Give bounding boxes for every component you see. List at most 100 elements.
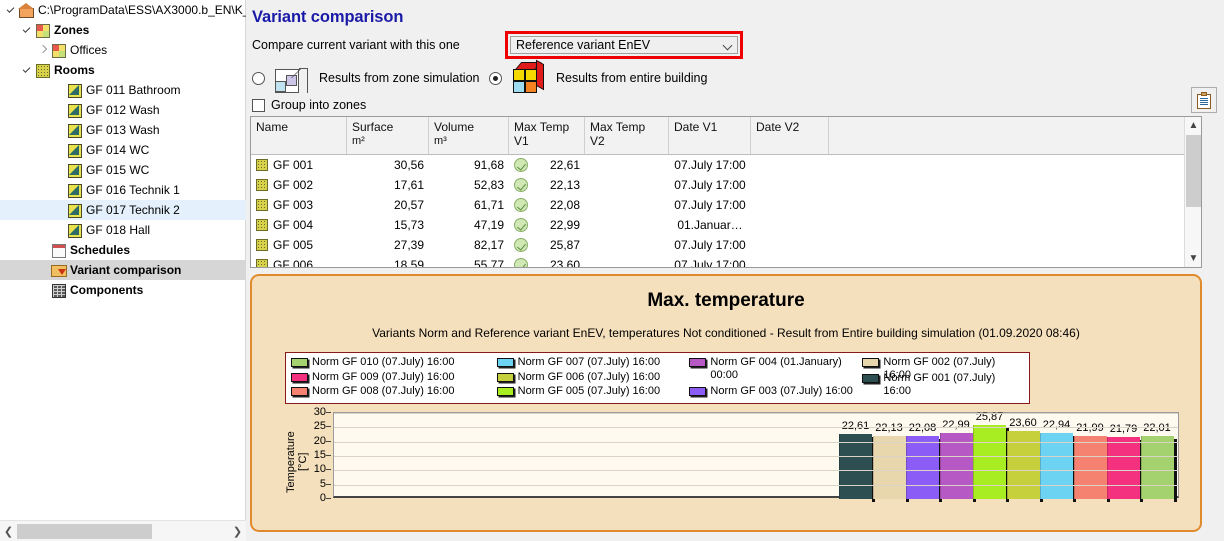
cell-date-v1: 07.July 17:00 [669, 235, 751, 255]
page-title: Variant comparison [252, 8, 403, 27]
tree-item-gf-016-technik-1[interactable]: GF 016 Technik 1 [0, 180, 246, 200]
table-column-header[interactable]: Date V1 [669, 117, 751, 154]
bar [1074, 436, 1107, 499]
bar-value-label: 22,99 [938, 419, 975, 431]
chevron-closed-icon[interactable] [36, 42, 50, 58]
results-table[interactable]: NameSurfacem²Volumem³Max Temp V1Max Temp… [250, 116, 1202, 268]
bar [839, 434, 872, 499]
cell-max-temp-v1: 22,08 [509, 195, 585, 215]
room-icon [66, 123, 82, 137]
table-row[interactable]: GF 00415,7347,1922,9901.Januar… [251, 215, 1201, 235]
tree-item-c-programdata-ess-ax3000-b-en-k-dat[interactable]: C:\ProgramData\ESS\AX3000.b_EN\K_DAT [0, 0, 246, 20]
wireframe-cube-icon [273, 61, 311, 95]
scroll-up-icon[interactable]: ▲ [1185, 117, 1202, 134]
table-row[interactable]: GF 00320,57 61,71 22,08 07.July 17:00 [251, 195, 1201, 215]
cell-volume-text: 61,71 [474, 198, 504, 212]
tree-item-gf-012-wash[interactable]: GF 012 Wash [0, 100, 246, 120]
radio-results-from-zone-simulation[interactable]: Results from zone simulation [252, 61, 479, 95]
table-body[interactable]: GF 00130,5691,6822,6107.July 17:00GF 002… [251, 155, 1201, 268]
table-row[interactable]: GF 00618,5955,7723,6007.July 17:00 [251, 255, 1201, 268]
legend-label: Norm GF 004 (01.January) 00:00 [710, 356, 862, 382]
tree-item-components[interactable]: Components [0, 280, 246, 300]
checkbox-group-into-zones[interactable]: Group into zones [252, 98, 366, 112]
legend-swatch [497, 387, 514, 396]
radio-results-from-entire-building[interactable]: Results from entire building [489, 61, 707, 95]
variant-select[interactable]: Reference variant EnEV [510, 36, 738, 54]
legend-item: Norm GF 009 (07.July) 16:00 [291, 371, 497, 385]
plot-area: 22,6122,1322,0822,9925,8723,6022,9421,99… [333, 412, 1179, 498]
tree-item-variant-comparison[interactable]: Variant comparison [0, 260, 246, 280]
table-vertical-scrollbar[interactable]: ▲ ▼ [1184, 117, 1201, 267]
tree-hscroll-track[interactable] [17, 522, 229, 541]
cell-surface: 20,57 [347, 195, 429, 215]
table-column-header[interactable]: Name [251, 117, 347, 154]
room-icon [66, 203, 82, 217]
bar [906, 436, 939, 499]
table-row[interactable]: GF 00130,5691,6822,6107.July 17:00 [251, 155, 1201, 175]
radio-zone-label: Results from zone simulation [319, 71, 479, 85]
project-tree[interactable]: C:\ProgramData\ESS\AX3000.b_EN\K_DAT Zone… [0, 0, 246, 520]
column-unit: m² [352, 134, 423, 148]
table-column-header[interactable]: Volumem³ [429, 117, 509, 154]
legend-label: Norm GF 008 (07.July) 16:00 [312, 385, 454, 398]
tree-item-offices[interactable]: Offices [0, 40, 246, 60]
copy-to-clipboard-button[interactable] [1191, 87, 1217, 113]
tree-item-gf-018-hall[interactable]: GF 018 Hall [0, 220, 246, 240]
y-tick-label: 20 [314, 436, 326, 446]
chevron-open-icon[interactable] [20, 62, 34, 78]
tree-spacer [36, 282, 50, 298]
tree-item-gf-015-wc[interactable]: GF 015 WC [0, 160, 246, 180]
cell-volume-text: 91,68 [474, 158, 504, 172]
table-column-header[interactable]: Max Temp V1 [509, 117, 585, 154]
tree-item-gf-017-technik-2[interactable]: GF 017 Technik 2 [0, 200, 246, 220]
chart-panel: Max. temperature Variants Norm and Refer… [250, 274, 1202, 532]
cell-date-v2 [751, 215, 829, 235]
tree-spacer [52, 182, 66, 198]
table-header-filler [829, 117, 1201, 154]
cell-max-temp-v2 [585, 175, 669, 195]
table-column-header[interactable]: Surfacem² [347, 117, 429, 154]
group-into-zones-box[interactable] [252, 99, 265, 112]
cell-name: GF 006 [251, 255, 347, 268]
radio-building-indicator[interactable] [489, 72, 502, 85]
chevron-open-icon[interactable] [4, 2, 18, 18]
status-ok-icon [514, 178, 528, 192]
cell-name-text: GF 006 [273, 258, 313, 268]
tree-item-schedules[interactable]: Schedules [0, 240, 246, 260]
tree-item-label: Zones [54, 23, 89, 37]
table-column-header[interactable]: Max Temp V2 [585, 117, 669, 154]
colored-cube-icon [510, 61, 548, 95]
table-vscroll-thumb[interactable] [1186, 135, 1201, 207]
tree-item-gf-011-bathroom[interactable]: GF 011 Bathroom [0, 80, 246, 100]
legend-swatch [291, 373, 308, 382]
table-header-row: NameSurfacem²Volumem³Max Temp V1Max Temp… [251, 117, 1201, 155]
bar [873, 436, 906, 499]
y-tick-label: 25 [314, 421, 326, 431]
scroll-right-icon[interactable]: ❯ [229, 522, 246, 541]
cell-name-text: GF 004 [273, 218, 313, 232]
tree-item-zones[interactable]: Zones [0, 20, 246, 40]
tree-horizontal-scrollbar[interactable]: ❮ ❯ [0, 520, 246, 541]
room-icon [256, 159, 268, 171]
legend-item: Norm GF 002 (07.July) 16:00 [862, 356, 1024, 371]
bar [1040, 433, 1073, 499]
radio-zone-indicator[interactable] [252, 72, 265, 85]
chevron-open-icon[interactable] [20, 22, 34, 38]
tree-hscroll-thumb[interactable] [17, 524, 152, 539]
scroll-down-icon[interactable]: ▼ [1185, 250, 1202, 267]
scroll-left-icon[interactable]: ❮ [0, 522, 17, 541]
cell-name: GF 003 [251, 195, 347, 215]
cell-date-v1-text: 07.July 17:00 [674, 158, 745, 172]
column-label: Date V1 [674, 120, 717, 134]
tree-item-rooms[interactable]: Rooms [0, 60, 246, 80]
tree-item-gf-013-wash[interactable]: GF 013 Wash [0, 120, 246, 140]
table-row[interactable]: GF 00527,3982,1725,8707.July 17:00 [251, 235, 1201, 255]
table-column-header[interactable]: Date V2 [751, 117, 829, 154]
cell-date-v1-text: 07.July 17:00 [674, 198, 745, 212]
cell-max-temp-v2 [585, 155, 669, 175]
cell-date-v1: 07.July 17:00 [669, 195, 751, 215]
table-row[interactable]: GF 00217,6152,8322,1307.July 17:00 [251, 175, 1201, 195]
tree-item-gf-014-wc[interactable]: GF 014 WC [0, 140, 246, 160]
tree-item-label: Offices [70, 43, 107, 57]
gridline [334, 442, 1178, 443]
